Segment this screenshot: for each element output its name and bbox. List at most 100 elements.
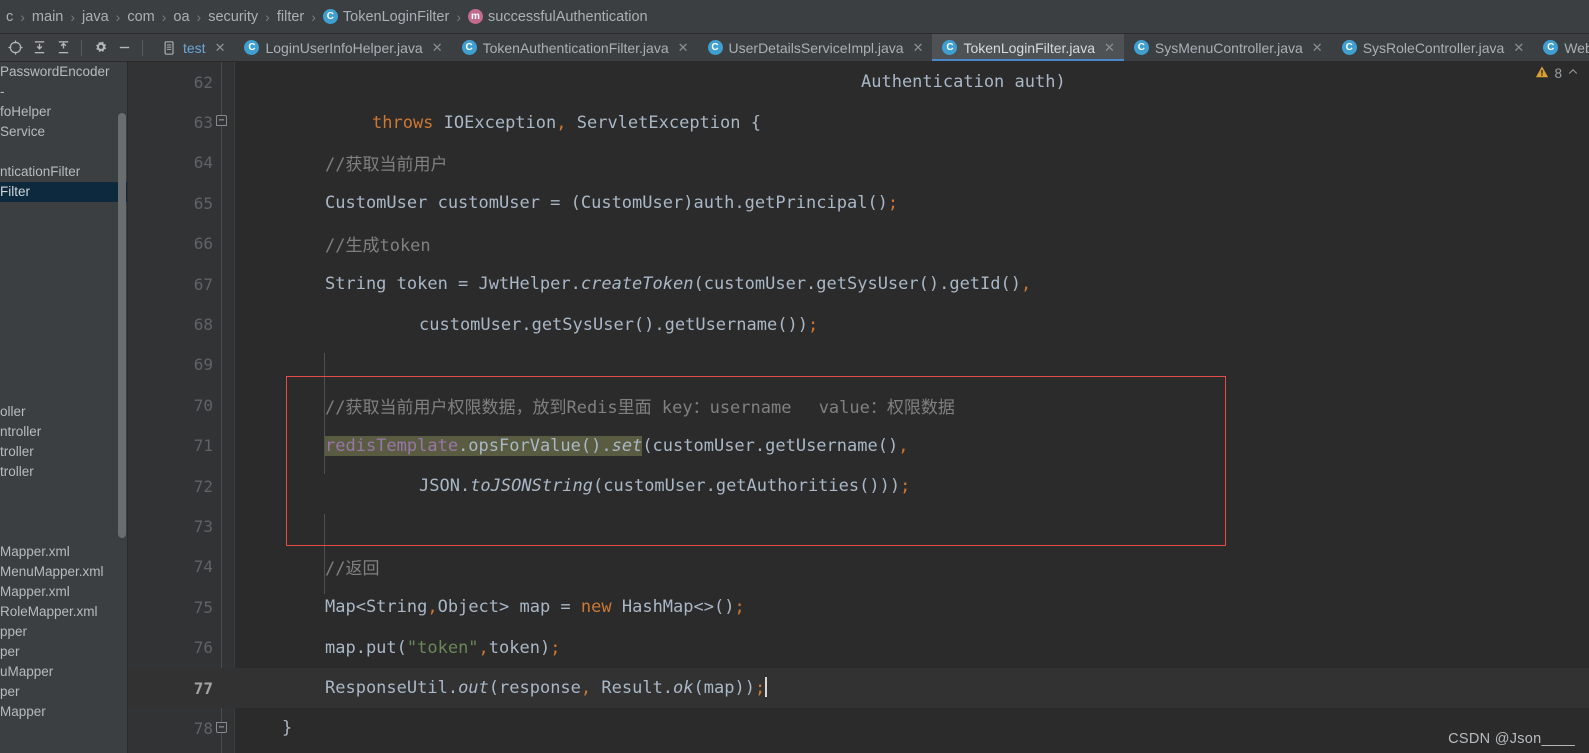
chevron-up-icon[interactable]	[1567, 66, 1579, 81]
code-line-71[interactable]: 71 redisTemplate.opsForValue().set(custom…	[128, 426, 1589, 466]
breadcrumb-item-successfulauthentication[interactable]: m successfulAuthentication	[466, 9, 650, 25]
editor-tab-loginuserinfohelper-java[interactable]: C LoginUserInfoHelper.java ✕	[234, 34, 451, 61]
breadcrumb-item-filter[interactable]: filter	[275, 9, 306, 25]
hide-panel-icon[interactable]	[113, 37, 135, 59]
breadcrumb-item-oa[interactable]: oa	[171, 9, 191, 25]
project-tree-spacer	[0, 502, 127, 522]
code-token: Authentication auth)	[861, 72, 1066, 93]
code-text: redisTemplate.opsForValue().set(customUs…	[325, 435, 908, 456]
inspection-widget[interactable]: 8	[1535, 65, 1579, 82]
code-line-69[interactable]: 69	[128, 345, 1589, 385]
project-tree-item-26[interactable]: Mapper.xml	[0, 582, 127, 602]
code-line-67[interactable]: 67 String token = JwtHelper.createToken(c…	[128, 264, 1589, 304]
tab-close-icon[interactable]: ✕	[432, 40, 443, 56]
tab-close-icon[interactable]: ✕	[1312, 40, 1323, 56]
project-tree-item-17[interactable]: oller	[0, 402, 127, 422]
project-tree-item-2[interactable]: foHelper	[0, 102, 127, 122]
breadcrumb-item-com[interactable]: com	[125, 9, 156, 25]
tab-close-icon[interactable]: ✕	[215, 40, 226, 56]
project-tree-spacer	[0, 202, 127, 222]
project-tree-item-25[interactable]: MenuMapper.xml	[0, 562, 127, 582]
code-line-66[interactable]: 66 //生成token	[128, 224, 1589, 264]
line-number: 66	[193, 234, 213, 254]
code-text: //获取当前用户权限数据，放到Redis里面 key：username valu…	[325, 393, 955, 418]
tab-close-icon[interactable]: ✕	[678, 40, 689, 56]
code-line-70[interactable]: 70 //获取当前用户权限数据，放到Redis里面 key：username va…	[128, 385, 1589, 425]
project-tree-item-24[interactable]: Mapper.xml	[0, 542, 127, 562]
breadcrumb-item-main[interactable]: main	[30, 9, 65, 25]
project-tree-item-20[interactable]: troller	[0, 462, 127, 482]
project-tree-scrollbar[interactable]	[118, 113, 126, 538]
code-line-75[interactable]: 75 Map<String,Object> map = new HashMap<>…	[128, 587, 1589, 627]
code-line-76[interactable]: 76 map.put("token",token);	[128, 627, 1589, 667]
editor-tab-userdetailsserviceimpl-java[interactable]: C UserDetailsServiceImpl.java ✕	[698, 34, 933, 61]
code-token: throws	[372, 112, 444, 133]
code-token: (map))	[693, 678, 755, 699]
project-tree-item-6[interactable]: Filter	[0, 182, 127, 202]
line-number: 77	[193, 678, 213, 698]
project-tree-item-1[interactable]: -	[0, 82, 127, 102]
project-tree-item-3[interactable]: Service	[0, 122, 127, 142]
code-text: CustomUser customUser = (CustomUser)auth…	[325, 193, 898, 213]
code-line-65[interactable]: 65 CustomUser customUser = (CustomUser)au…	[128, 183, 1589, 223]
class-icon: C	[942, 40, 958, 55]
code-line-64[interactable]: 64 //获取当前用户	[128, 143, 1589, 183]
code-lines[interactable]: 62 Authentication auth) 63− throws IOExcept…	[128, 62, 1589, 753]
project-tree-panel[interactable]: PasswordEncoder - foHelper Service ntication…	[0, 62, 128, 753]
project-tree-item-28[interactable]: pper	[0, 622, 127, 642]
expand-all-icon[interactable]	[28, 37, 50, 59]
project-tree-item-18[interactable]: ntroller	[0, 422, 127, 442]
code-token: customUser.getSysUser().getUsername())	[419, 314, 808, 335]
code-line-63[interactable]: 63− throws IOException, ServletException …	[128, 102, 1589, 142]
editor-tab-sysrolecontroller-java[interactable]: C SysRoleController.java ✕	[1332, 34, 1534, 61]
breadcrumb-label: oa	[173, 8, 190, 25]
code-token: (response	[488, 678, 581, 699]
breadcrumb-item-tokenloginfilter[interactable]: C TokenLoginFilter	[321, 9, 451, 25]
breadcrumb-separator: ›	[311, 8, 316, 25]
collapse-all-icon[interactable]	[52, 37, 74, 59]
code-line-73[interactable]: 73	[128, 506, 1589, 546]
tab-label: SysRoleController.java	[1362, 39, 1505, 56]
code-token: Result.	[591, 678, 674, 699]
code-line-78[interactable]: 78−}	[128, 708, 1589, 748]
code-token: ,	[580, 678, 592, 699]
tab-close-icon[interactable]: ✕	[1513, 40, 1524, 56]
editor-tab-tokenauthenticationfilter-java[interactable]: C TokenAuthenticationFilter.java ✕	[452, 34, 698, 61]
code-line-62[interactable]: 62 Authentication auth)	[128, 62, 1589, 102]
settings-gear-icon[interactable]	[89, 37, 111, 59]
line-number: 64	[193, 153, 213, 173]
code-fold-marker[interactable]: −	[216, 115, 227, 127]
breadcrumb-label: TokenLoginFilter	[342, 8, 450, 25]
project-tree-item-0[interactable]: PasswordEncoder	[0, 62, 127, 82]
breadcrumb-item-security[interactable]: security	[206, 9, 260, 25]
code-line-68[interactable]: 68 customUser.getSysUser().getUsername())…	[128, 304, 1589, 344]
project-tree-item-27[interactable]: RoleMapper.xml	[0, 602, 127, 622]
project-tree-item-19[interactable]: troller	[0, 442, 127, 462]
editor-tab-tokenloginfilter-java[interactable]: C TokenLoginFilter.java ✕	[932, 34, 1125, 61]
code-text: //获取当前用户	[325, 150, 447, 175]
code-line-72[interactable]: 72 JSON.toJSONString(customUser.getAuthor…	[128, 466, 1589, 506]
tab-close-icon[interactable]: ✕	[913, 40, 924, 56]
code-line-77[interactable]: 77 ResponseUtil.out(response, Result.ok(m…	[128, 667, 1589, 709]
breadcrumb-item-c[interactable]: c	[4, 9, 15, 25]
breadcrumb-separator: ›	[265, 8, 270, 25]
project-tree-item-32[interactable]: Mapper	[0, 702, 127, 722]
editor-tab-websecurityconfig-java[interactable]: CWebSecurityConfig.java✕	[1533, 34, 1589, 61]
class-icon: C	[244, 40, 260, 55]
tab-close-icon[interactable]: ✕	[1104, 40, 1115, 56]
editor-tab-test[interactable]: test ✕	[152, 34, 234, 61]
code-line-74[interactable]: 74 //返回	[128, 547, 1589, 587]
project-tree-item-30[interactable]: uMapper	[0, 662, 127, 682]
code-token: //获取当前用户权限数据，放到Redis里面 key：username valu…	[325, 397, 955, 418]
select-opened-file-icon[interactable]	[4, 37, 26, 59]
code-editor[interactable]: 62 Authentication auth) 63− throws IOExcept…	[128, 62, 1589, 753]
editor-tab-sysmenucontroller-java[interactable]: C SysMenuController.java ✕	[1124, 34, 1332, 61]
code-token: ;	[550, 637, 561, 658]
project-tree-item-31[interactable]: per	[0, 682, 127, 702]
project-tree-item-29[interactable]: per	[0, 642, 127, 662]
code-fold-marker[interactable]: −	[216, 722, 227, 734]
breadcrumb-item-java[interactable]: java	[80, 9, 111, 25]
line-number: 72	[193, 476, 213, 496]
project-tree-item-5[interactable]: nticationFilter	[0, 162, 127, 182]
code-token: }	[282, 718, 293, 739]
